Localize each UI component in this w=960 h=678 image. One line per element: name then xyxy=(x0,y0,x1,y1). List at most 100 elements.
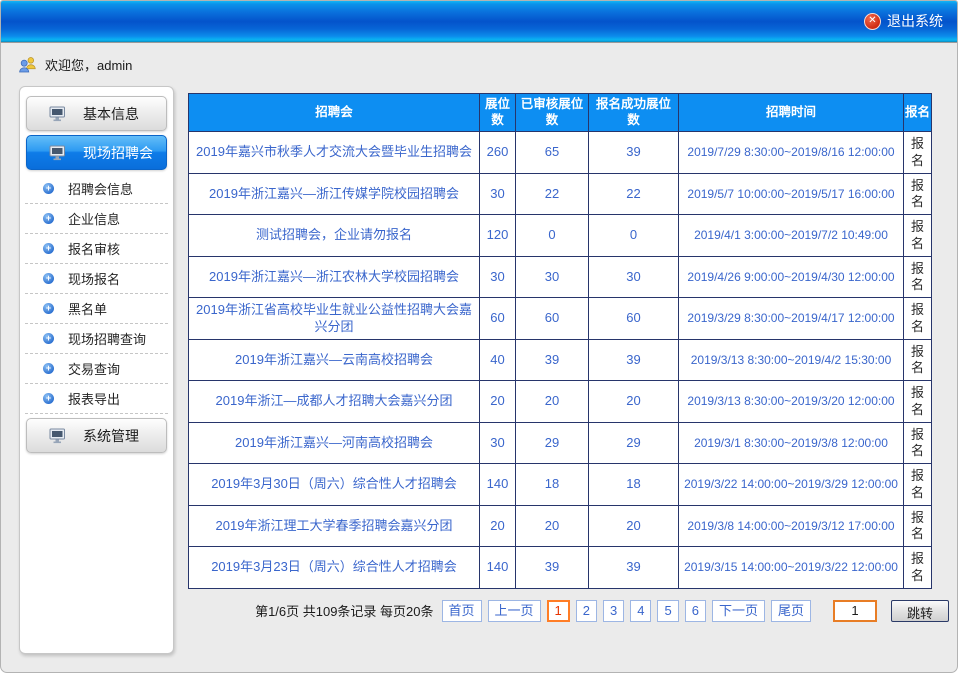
jump-button[interactable]: 跳转 xyxy=(891,600,949,622)
recruit-time: 2019/3/22 14:00:00~2019/3/29 12:00:00 xyxy=(679,464,904,506)
fair-name-link[interactable]: 2019年3月30日（周六）综合性人才招聘会 xyxy=(189,464,480,506)
signup-link[interactable]: 报名 xyxy=(904,547,932,589)
sidebar-sub-label: 交易查询 xyxy=(68,359,120,378)
sidebar-sub-label: 黑名单 xyxy=(68,299,107,318)
signup-link[interactable]: 报名 xyxy=(904,339,932,381)
page-number-link[interactable]: 1 xyxy=(547,600,570,622)
plus-bullet-icon: + xyxy=(43,303,54,314)
prev-page-link[interactable]: 上一页 xyxy=(488,600,541,622)
sidebar-sub-item[interactable]: + 报名审核 xyxy=(25,234,168,264)
fair-name-link[interactable]: 2019年浙江嘉兴—浙江传媒学院校园招聘会 xyxy=(189,173,480,215)
job-fair-table: 招聘会展位数已审核展位数报名成功展位数招聘时间报名 2019年嘉兴市秋季人才交流… xyxy=(188,93,932,589)
close-icon: ✕ xyxy=(864,13,881,30)
fair-name-link[interactable]: 2019年浙江理工大学春季招聘会嘉兴分团 xyxy=(189,505,480,547)
booth-count: 20 xyxy=(480,505,516,547)
reviewed-booth-count: 65 xyxy=(516,132,589,174)
page-number-link[interactable]: 4 xyxy=(630,600,651,622)
page-container: ✕ 退出系统 欢迎您，admin 基本信息 xyxy=(0,0,958,673)
page-number-link[interactable]: 5 xyxy=(657,600,678,622)
jump-page-input[interactable] xyxy=(833,600,877,622)
signup-link[interactable]: 报名 xyxy=(904,464,932,506)
signup-link[interactable]: 报名 xyxy=(904,381,932,423)
recruit-time: 2019/3/13 8:30:00~2019/4/2 15:30:00 xyxy=(679,339,904,381)
page-number-link[interactable]: 2 xyxy=(576,600,597,622)
sidebar-sub-label: 企业信息 xyxy=(68,209,120,228)
fair-name-link[interactable]: 测试招聘会，企业请勿报名 xyxy=(189,215,480,257)
signup-link[interactable]: 报名 xyxy=(904,505,932,547)
success-booth-count: 39 xyxy=(589,339,679,381)
page-number-link[interactable]: 6 xyxy=(685,600,706,622)
table-row: 测试招聘会，企业请勿报名 120 0 0 2019/4/1 3:00:00~20… xyxy=(189,215,932,257)
top-bar: ✕ 退出系统 xyxy=(1,1,957,43)
next-page-link[interactable]: 下一页 xyxy=(712,600,765,622)
sidebar-sub-item[interactable]: + 现场报名 xyxy=(25,264,168,294)
booth-count: 20 xyxy=(480,381,516,423)
sidebar-sub-item[interactable]: + 招聘会信息 xyxy=(25,174,168,204)
plus-bullet-icon: + xyxy=(43,213,54,224)
sidebar-menu-button[interactable]: 现场招聘会 xyxy=(26,135,167,170)
fair-name-link[interactable]: 2019年浙江省高校毕业生就业公益性招聘大会嘉兴分团 xyxy=(189,298,480,340)
column-header: 报名 xyxy=(904,94,932,132)
success-booth-count: 29 xyxy=(589,422,679,464)
reviewed-booth-count: 39 xyxy=(516,339,589,381)
booth-count: 30 xyxy=(480,173,516,215)
plus-bullet-icon: + xyxy=(43,183,54,194)
logout-button[interactable]: ✕ 退出系统 xyxy=(864,11,943,31)
success-booth-count: 30 xyxy=(589,256,679,298)
fair-name-link[interactable]: 2019年浙江—成都人才招聘大会嘉兴分团 xyxy=(189,381,480,423)
plus-bullet-icon: + xyxy=(43,393,54,404)
signup-link[interactable]: 报名 xyxy=(904,173,932,215)
booth-count: 260 xyxy=(480,132,516,174)
last-page-link[interactable]: 尾页 xyxy=(771,600,811,622)
plus-bullet-icon: + xyxy=(43,363,54,374)
sidebar-sub-item[interactable]: + 黑名单 xyxy=(25,294,168,324)
sidebar-menu-button[interactable]: 基本信息 xyxy=(26,96,167,131)
sidebar-sub-item[interactable]: + 现场招聘查询 xyxy=(25,324,168,354)
sidebar-menu-button[interactable]: 系统管理 xyxy=(26,418,167,453)
success-booth-count: 20 xyxy=(589,381,679,423)
signup-link[interactable]: 报名 xyxy=(904,298,932,340)
signup-link[interactable]: 报名 xyxy=(904,215,932,257)
reviewed-booth-count: 39 xyxy=(516,547,589,589)
booth-count: 120 xyxy=(480,215,516,257)
reviewed-booth-count: 60 xyxy=(516,298,589,340)
reviewed-booth-count: 22 xyxy=(516,173,589,215)
table-row: 2019年3月23日（周六）综合性人才招聘会 140 39 39 2019/3/… xyxy=(189,547,932,589)
recruit-time: 2019/3/1 8:30:00~2019/3/8 12:00:00 xyxy=(679,422,904,464)
fair-name-link[interactable]: 2019年浙江嘉兴—云南高校招聘会 xyxy=(189,339,480,381)
booth-count: 30 xyxy=(480,422,516,464)
booth-count: 140 xyxy=(480,464,516,506)
fair-name-link[interactable]: 2019年3月23日（周六）综合性人才招聘会 xyxy=(189,547,480,589)
fair-name-link[interactable]: 2019年浙江嘉兴—河南高校招聘会 xyxy=(189,422,480,464)
sidebar-sub-item[interactable]: + 报表导出 xyxy=(25,384,168,414)
column-header: 招聘时间 xyxy=(679,94,904,132)
recruit-time: 2019/3/8 14:00:00~2019/3/12 17:00:00 xyxy=(679,505,904,547)
success-booth-count: 0 xyxy=(589,215,679,257)
column-header: 报名成功展位数 xyxy=(589,94,679,132)
sidebar-sub-label: 报表导出 xyxy=(68,389,120,408)
fair-name-link[interactable]: 2019年嘉兴市秋季人才交流大会暨毕业生招聘会 xyxy=(189,132,480,174)
monitor-icon xyxy=(49,428,67,444)
table-row: 2019年嘉兴市秋季人才交流大会暨毕业生招聘会 260 65 39 2019/7… xyxy=(189,132,932,174)
signup-link[interactable]: 报名 xyxy=(904,256,932,298)
recruit-time: 2019/4/1 3:00:00~2019/7/2 10:49:00 xyxy=(679,215,904,257)
sidebar-button-label: 系统管理 xyxy=(83,426,139,446)
plus-bullet-icon: + xyxy=(43,333,54,344)
page-number-link[interactable]: 3 xyxy=(603,600,624,622)
plus-bullet-icon: + xyxy=(43,243,54,254)
signup-link[interactable]: 报名 xyxy=(904,132,932,174)
recruit-time: 2019/7/29 8:30:00~2019/8/16 12:00:00 xyxy=(679,132,904,174)
plus-bullet-icon: + xyxy=(43,273,54,284)
success-booth-count: 20 xyxy=(589,505,679,547)
booth-count: 140 xyxy=(480,547,516,589)
first-page-link[interactable]: 首页 xyxy=(442,600,482,622)
table-row: 2019年浙江省高校毕业生就业公益性招聘大会嘉兴分团 60 60 60 2019… xyxy=(189,298,932,340)
table-row: 2019年浙江嘉兴—浙江传媒学院校园招聘会 30 22 22 2019/5/7 … xyxy=(189,173,932,215)
signup-link[interactable]: 报名 xyxy=(904,422,932,464)
fair-name-link[interactable]: 2019年浙江嘉兴—浙江农林大学校园招聘会 xyxy=(189,256,480,298)
sidebar-sub-item[interactable]: + 企业信息 xyxy=(25,204,168,234)
column-header: 展位数 xyxy=(480,94,516,132)
sidebar-sub-item[interactable]: + 交易查询 xyxy=(25,354,168,384)
table-row: 2019年3月30日（周六）综合性人才招聘会 140 18 18 2019/3/… xyxy=(189,464,932,506)
welcome-bar: 欢迎您，admin xyxy=(1,43,957,85)
